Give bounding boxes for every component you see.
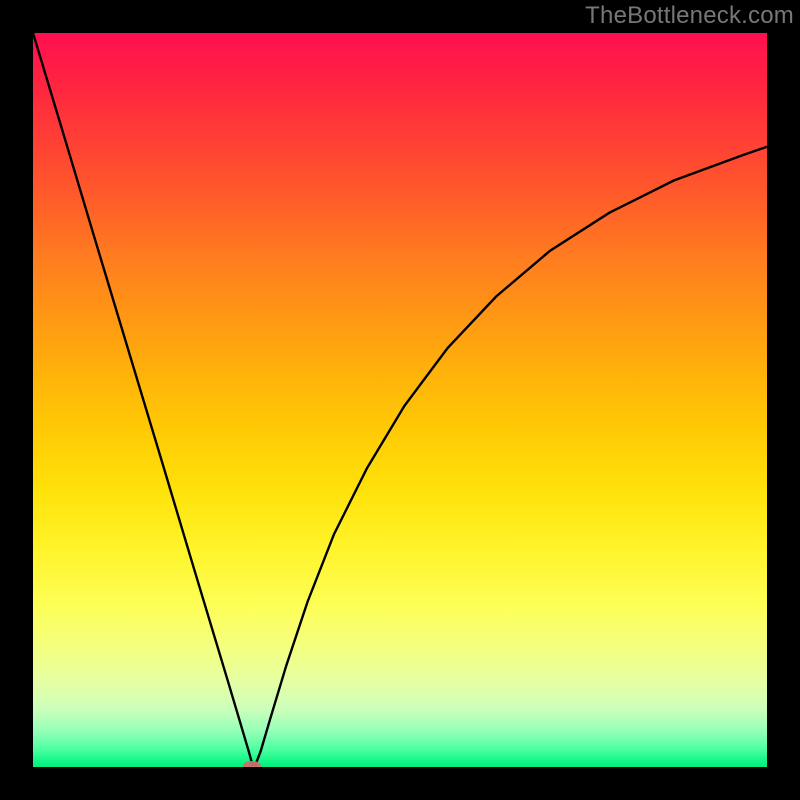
curve-path <box>33 33 767 765</box>
watermark-text: TheBottleneck.com <box>585 2 794 30</box>
chart-frame: TheBottleneck.com <box>0 0 800 800</box>
curve-svg <box>33 33 767 767</box>
min-marker <box>243 761 261 767</box>
plot-area <box>33 33 767 767</box>
